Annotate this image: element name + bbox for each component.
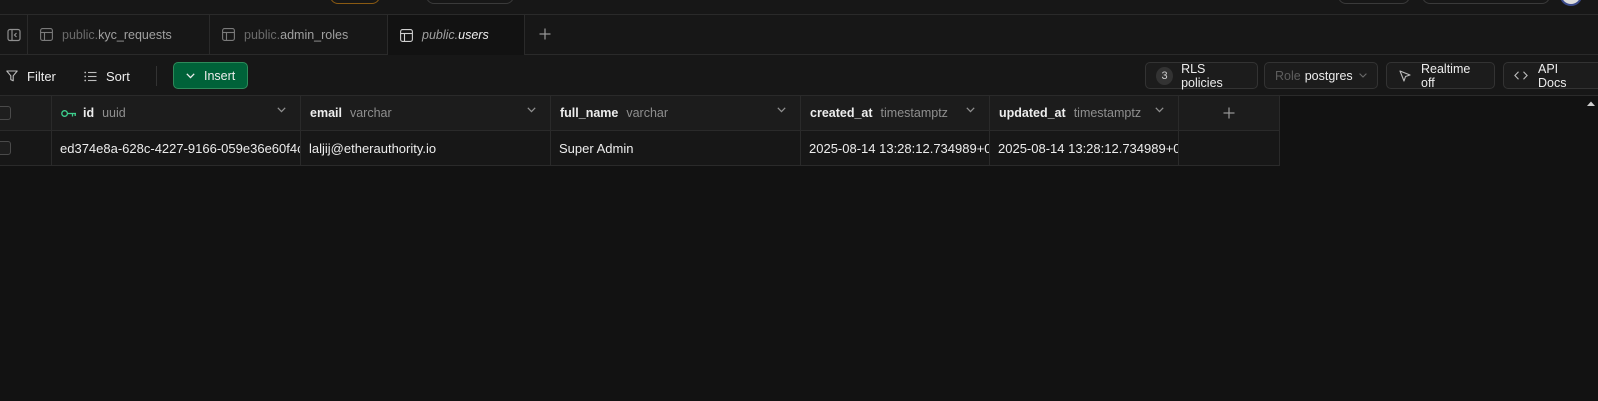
- chevron-down-icon[interactable]: [527, 107, 536, 113]
- realtime-toggle-button[interactable]: Realtime off: [1386, 61, 1495, 90]
- filter-icon: [6, 70, 18, 82]
- data-grid: id uuid email varchar full_name varchar …: [0, 96, 1280, 166]
- tab-users[interactable]: public. users: [388, 15, 525, 55]
- table-toolbar: Filter Sort Insert 3 RLS policies Role p…: [0, 55, 1598, 96]
- column-type: varchar: [349, 106, 392, 120]
- column-header-full-name[interactable]: full_name varchar: [551, 96, 801, 130]
- rls-policies-button[interactable]: 3 RLS policies: [1145, 61, 1258, 90]
- column-header-updated-at[interactable]: updated_at timestamptz: [990, 96, 1179, 130]
- cell-email[interactable]: laljij@etherauthority.io: [301, 131, 551, 165]
- new-tab-button[interactable]: [525, 15, 565, 54]
- column-header-id[interactable]: id uuid: [52, 96, 301, 130]
- cell-created-at[interactable]: 2025-08-14 13:28:12.734989+00: [801, 131, 990, 165]
- table-row[interactable]: ed374e8a-628c-4227-9166-059e36e60f4c lal…: [0, 131, 1280, 166]
- column-name: updated_at: [999, 106, 1066, 120]
- select-all-checkbox[interactable]: [0, 106, 11, 120]
- tab-schema: public.: [62, 27, 99, 42]
- tab-label: users: [458, 28, 489, 42]
- filter-button[interactable]: Filter: [6, 63, 56, 89]
- column-type: uuid: [102, 106, 126, 120]
- tab-schema: public.: [244, 27, 281, 42]
- insert-label: Insert: [204, 68, 236, 83]
- rls-label: RLS policies: [1181, 61, 1223, 90]
- top-nav-pill[interactable]: [426, 0, 514, 4]
- role-selector[interactable]: Role postgres: [1264, 62, 1378, 89]
- realtime-label: Realtime off: [1421, 61, 1471, 90]
- tab-kyc-requests[interactable]: public. kyc_requests: [28, 15, 210, 54]
- sort-list-icon: [84, 71, 97, 82]
- insert-button[interactable]: Insert: [173, 62, 248, 89]
- cell-updated-at[interactable]: 2025-08-14 13:28:12.734989+00: [990, 131, 1179, 165]
- plus-icon: [1223, 103, 1235, 124]
- tab-bar: public. kyc_requests public. admin_roles p…: [0, 15, 1598, 55]
- cell-id[interactable]: ed374e8a-628c-4227-9166-059e36e60f4c: [52, 131, 301, 165]
- primary-key-icon: [61, 109, 77, 118]
- table-icon: [400, 28, 413, 42]
- tab-schema: public.: [422, 28, 459, 42]
- filter-label: Filter: [27, 68, 56, 84]
- chevron-down-icon[interactable]: [966, 107, 975, 113]
- chevron-down-icon: [1358, 73, 1367, 78]
- role-value: postgres: [1304, 68, 1353, 83]
- api-docs-label: API Docs: [1538, 61, 1567, 90]
- api-docs-button[interactable]: API Docs: [1503, 61, 1598, 90]
- chevron-down-icon[interactable]: [1155, 107, 1164, 113]
- plus-icon: [539, 24, 551, 45]
- toolbar-divider: [156, 66, 157, 86]
- top-nav-pill[interactable]: [1422, 0, 1550, 4]
- column-name: email: [310, 106, 342, 120]
- column-name: full_name: [560, 106, 619, 120]
- column-type: varchar: [626, 106, 669, 120]
- top-navbar: [0, 0, 1598, 15]
- top-nav-pill[interactable]: [1338, 0, 1410, 4]
- add-column-button[interactable]: [1179, 96, 1280, 130]
- column-header-email[interactable]: email varchar: [301, 96, 551, 130]
- role-prefix: Role: [1275, 68, 1301, 83]
- cell-full-name[interactable]: Super Admin: [551, 131, 801, 165]
- sidebar-toggle-button[interactable]: [0, 15, 28, 54]
- column-name: id: [83, 106, 95, 120]
- top-nav-pill[interactable]: [330, 0, 380, 4]
- tab-label: admin_roles: [280, 27, 349, 42]
- panel-collapse-icon: [6, 28, 21, 42]
- grid-header-row: id uuid email varchar full_name varchar …: [0, 96, 1280, 131]
- sort-label: Sort: [106, 68, 130, 84]
- scroll-up-arrow-icon[interactable]: [1586, 97, 1596, 107]
- column-type: timestamptz: [880, 106, 948, 120]
- chevron-down-icon: [186, 72, 195, 79]
- avatar[interactable]: [1560, 0, 1582, 6]
- row-select-cell: [0, 131, 52, 165]
- chevron-down-icon[interactable]: [777, 107, 786, 113]
- chevron-down-icon[interactable]: [277, 107, 286, 113]
- cursor-pointer-icon: [1399, 69, 1411, 82]
- table-icon: [222, 28, 235, 41]
- table-icon: [40, 28, 53, 41]
- sort-button[interactable]: Sort: [84, 63, 130, 89]
- row-checkbox[interactable]: [0, 141, 11, 155]
- tab-admin-roles[interactable]: public. admin_roles: [210, 15, 388, 54]
- tab-label: kyc_requests: [98, 27, 172, 42]
- column-name: created_at: [810, 106, 873, 120]
- code-icon: [1514, 71, 1528, 80]
- row-empty-cell: [1179, 131, 1280, 165]
- column-header-created-at[interactable]: created_at timestamptz: [801, 96, 990, 130]
- rls-count-badge: 3: [1156, 66, 1174, 85]
- select-all-cell: [0, 96, 52, 130]
- column-type: timestamptz: [1073, 106, 1142, 120]
